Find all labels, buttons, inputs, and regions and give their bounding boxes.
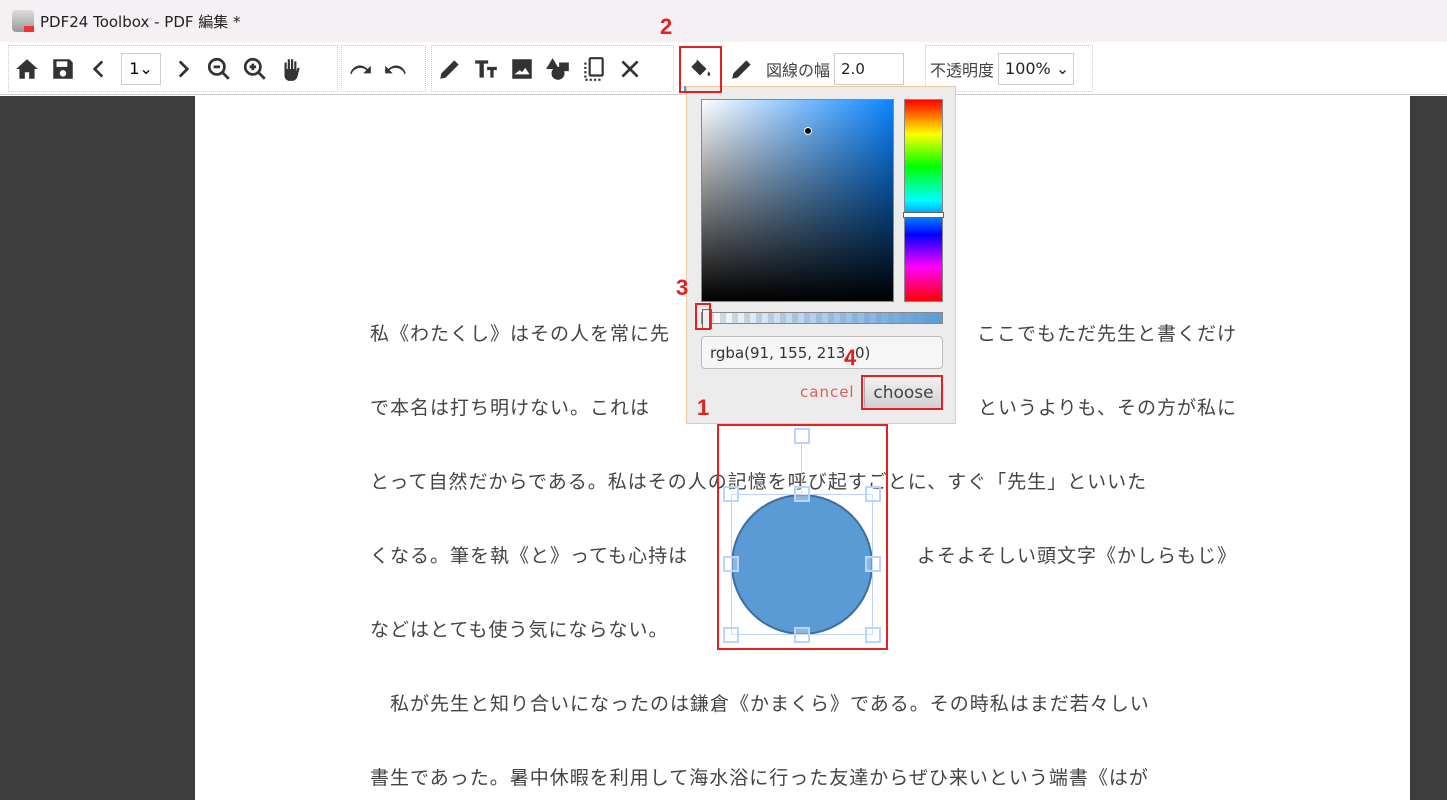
image-icon[interactable] [504,51,540,87]
history-group [341,45,426,92]
alpha-slider[interactable] [701,309,943,329]
hue-thumb[interactable] [903,212,944,218]
nav-group: 1 ⌄ [8,45,338,92]
annotation-number-3: 3 [676,275,689,300]
title-bar: PDF24 Toolbox - PDF 編集 * [0,0,1447,42]
home-icon[interactable] [9,51,45,87]
text-line: 私が先生と知り合いになったのは鎌倉《かまくら》である。その時私はまだ若々しい [370,693,1150,715]
prev-page-icon[interactable] [81,51,117,87]
opacity-select[interactable]: 100% ⌄ [998,52,1075,85]
stroke-pen-icon [732,59,751,79]
stroke-width-input[interactable]: 2.0 [834,52,905,85]
color-picker-popup: rgba(91, 155, 213, 0) cancel choose [686,86,956,424]
text-icon[interactable] [468,51,504,87]
window-title: PDF24 Toolbox - PDF 編集 * [40,12,241,31]
zoom-in-icon[interactable] [237,51,273,87]
next-page-icon[interactable] [165,51,201,87]
stroke-width-label: 図線の幅 [766,60,831,80]
close-icon[interactable] [612,51,648,87]
hue-slider[interactable] [903,99,944,302]
page-select[interactable]: 1 ⌄ [121,52,161,85]
annotation-box-2 [679,46,722,93]
opacity-group: 不透明度 100% ⌄ [925,45,1093,92]
color-value-input[interactable]: rgba(91, 155, 213, 0) [701,336,943,369]
zoom-out-icon[interactable] [201,51,237,87]
pen-icon[interactable] [432,51,468,87]
shapes-icon[interactable] [540,51,576,87]
annotation-box-4 [861,375,943,410]
pdf24-logo-icon [12,10,34,32]
annotation-number-2: 2 [660,14,673,39]
annotation-number-1: 1 [697,395,710,420]
stroke-color-button[interactable] [722,46,762,92]
hand-icon[interactable] [273,51,309,87]
select-icon[interactable] [576,51,612,87]
text-line: 書生であった。暑中休暇を利用して海水浴に行った友達からぜひ来いという端書《はが [370,767,1149,789]
undo-icon[interactable] [378,51,414,87]
cancel-button[interactable]: cancel [800,383,855,401]
tools-group [431,45,674,92]
annotation-box-3 [695,303,711,330]
annotation-box-1 [717,424,888,650]
annotation-number-4: 4 [844,345,857,370]
color-cursor[interactable] [804,127,812,135]
save-icon[interactable] [45,51,81,87]
opacity-label: 不透明度 [930,60,995,80]
redo-icon[interactable] [342,51,378,87]
saturation-value-area[interactable] [701,99,894,302]
